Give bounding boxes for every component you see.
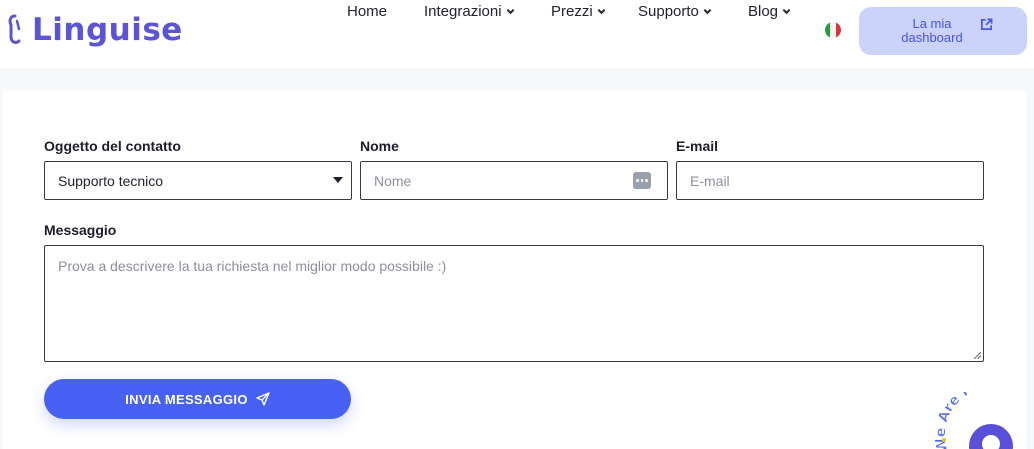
dashboard-button-label: La mia dashboard <box>889 17 975 45</box>
message-textarea[interactable]: Prova a descrivere la tua richiesta nel … <box>44 245 984 362</box>
nav-prezzi[interactable]: Prezzi <box>551 0 606 22</box>
email-field[interactable]: E-mail <box>676 161 984 200</box>
resize-handle-icon[interactable] <box>974 352 981 359</box>
chevron-down-icon <box>703 8 712 14</box>
message-placeholder: Prova a descrivere la tua richiesta nel … <box>58 258 447 274</box>
nav-blog-label: Blog <box>748 2 779 20</box>
subject-select-value: Supporto tecnico <box>58 172 164 189</box>
paper-plane-icon <box>256 392 270 406</box>
subject-select[interactable]: Supporto tecnico <box>44 161 352 200</box>
nav-supporto[interactable]: Supporto <box>638 0 712 22</box>
nav-supporto-label: Supporto <box>638 2 699 20</box>
caret-down-icon <box>333 177 343 183</box>
name-field-placeholder: Nome <box>374 172 412 189</box>
name-label: Nome <box>360 138 399 154</box>
logo-mark-icon <box>8 14 21 44</box>
name-field[interactable]: Nome <box>360 161 668 200</box>
nav-home[interactable]: Home <box>347 0 387 22</box>
submit-button[interactable]: INVIA MESSAGGIO <box>44 379 351 419</box>
chat-widget[interactable]: We Are Here! <box>934 392 1034 449</box>
chevron-down-icon <box>782 8 791 14</box>
nav-integrazioni[interactable]: Integrazioni <box>424 0 515 22</box>
nav-prezzi-label: Prezzi <box>551 2 593 20</box>
chevron-down-icon <box>597 8 606 14</box>
nav-integrazioni-label: Integrazioni <box>424 2 502 20</box>
nav-blog[interactable]: Blog <box>748 0 791 22</box>
italy-flag-icon[interactable] <box>825 22 841 38</box>
submit-button-label: INVIA MESSAGGIO <box>125 391 248 407</box>
linguise-logo[interactable]: Linguise <box>4 10 183 50</box>
contact-form-card: Oggetto del contatto Supporto tecnico No… <box>3 91 1026 449</box>
email-field-placeholder: E-mail <box>690 172 730 189</box>
chevron-down-icon <box>506 8 514 14</box>
dashboard-button[interactable]: La mia dashboard <box>859 7 1027 55</box>
email-label: E-mail <box>676 138 719 154</box>
logo-text: Linguise <box>32 12 183 48</box>
external-link-icon <box>981 18 993 30</box>
subject-label: Oggetto del contatto <box>44 138 181 154</box>
nav-home-label: Home <box>347 2 388 20</box>
dashboard-label-line1: La mia <box>912 16 952 31</box>
message-label: Messaggio <box>44 222 117 238</box>
dashboard-label-line2: dashboard <box>901 30 963 45</box>
site-header: Linguise Home Integrazioni Prezzi Suppor… <box>0 0 1034 68</box>
chat-widget-graphic: We Are Here! <box>934 392 1013 449</box>
password-manager-icon[interactable] <box>633 172 651 189</box>
